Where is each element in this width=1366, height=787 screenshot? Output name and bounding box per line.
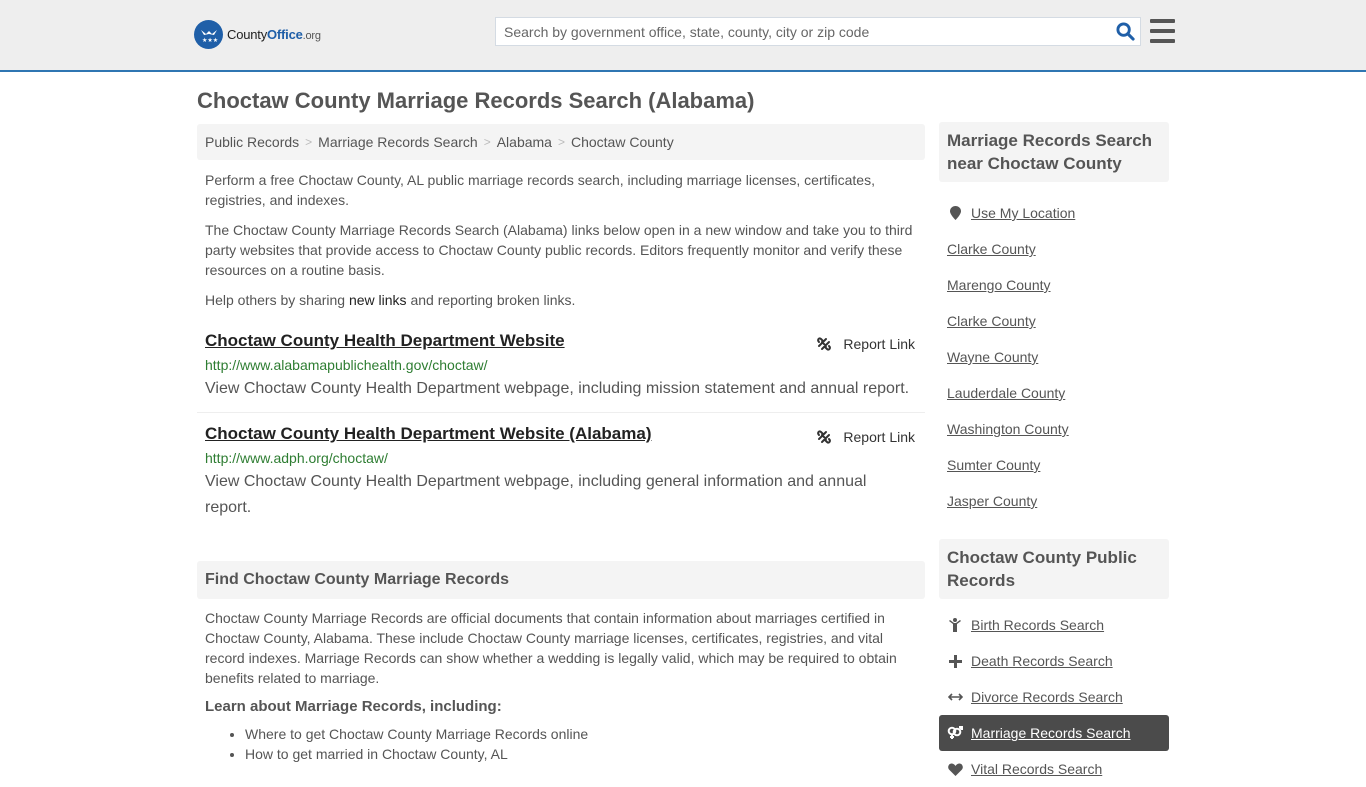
resource-link-title[interactable]: Choctaw County Health Department Website — [205, 330, 565, 352]
records-item-marriage: Marriage Records Search — [939, 715, 1169, 751]
intro: Perform a free Choctaw County, AL public… — [197, 170, 925, 310]
records-item-divorce: Divorce Records Search — [939, 679, 1169, 715]
learn-list-item: How to get married in Choctaw County, AL — [245, 744, 925, 764]
site-logo[interactable]: ★★★ CountyOffice.org — [194, 20, 321, 49]
use-location-item: Use My Location — [939, 195, 1169, 231]
records-item-death: Death Records Search — [939, 643, 1169, 679]
heartbeat-icon — [947, 762, 963, 776]
broken-link-icon — [817, 430, 832, 444]
search-bar — [495, 17, 1141, 46]
public-records-list: Birth Records Search Death Records Searc… — [939, 607, 1169, 787]
plus-icon — [947, 654, 963, 668]
sidebar: Marriage Records Search near Choctaw Cou… — [939, 122, 1169, 787]
breadcrumb-alabama[interactable]: Alabama — [497, 134, 552, 150]
search-icon — [1115, 22, 1135, 41]
broken-link-icon — [817, 337, 832, 351]
menu-bar — [1150, 29, 1175, 33]
resource-link-url: http://www.alabamapublichealth.gov/choct… — [205, 357, 488, 373]
marriage-records-link[interactable]: Marriage Records Search — [971, 725, 1131, 741]
use-my-location-link[interactable]: Use My Location — [971, 205, 1075, 221]
page-title: Choctaw County Marriage Records Search (… — [197, 88, 755, 113]
logo-text: CountyOffice.org — [227, 27, 321, 42]
nearby-county-link[interactable]: Marengo County — [947, 277, 1051, 293]
nearby-county-item: Sumter County — [939, 447, 1169, 483]
nearby-county-link[interactable]: Clarke County — [947, 241, 1036, 257]
breadcrumb-separator: > — [483, 135, 491, 149]
resource-link-title[interactable]: Choctaw County Health Department Website… — [205, 423, 651, 445]
breadcrumb-separator: > — [305, 135, 313, 149]
death-records-link[interactable]: Death Records Search — [971, 653, 1113, 669]
resource-link-url: http://www.adph.org/choctaw/ — [205, 450, 388, 466]
birth-records-link[interactable]: Birth Records Search — [971, 617, 1104, 633]
nearby-county-item: Marengo County — [939, 267, 1169, 303]
nearby-heading: Marriage Records Search near Choctaw Cou… — [939, 122, 1169, 182]
child-icon — [947, 618, 963, 632]
records-item-birth: Birth Records Search — [939, 607, 1169, 643]
map-marker-icon — [947, 206, 963, 220]
nearby-county-link[interactable]: Washington County — [947, 421, 1069, 437]
learn-heading: Learn about Marriage Records, including: — [205, 698, 502, 715]
site-header: ★★★ CountyOffice.org — [0, 0, 1366, 72]
nearby-county-link[interactable]: Sumter County — [947, 457, 1040, 473]
venus-mars-icon — [947, 726, 963, 740]
search-button[interactable] — [1110, 18, 1140, 45]
hamburger-menu-button[interactable] — [1150, 19, 1175, 43]
search-input[interactable] — [496, 18, 1110, 45]
nearby-county-link[interactable]: Lauderdale County — [947, 385, 1065, 401]
report-link-label: Report Link — [843, 429, 915, 445]
nearby-county-item: Clarke County — [939, 303, 1169, 339]
learn-list: Where to get Choctaw County Marriage Rec… — [197, 724, 925, 764]
nearby-county-item: Clarke County — [939, 231, 1169, 267]
report-link-label: Report Link — [843, 336, 915, 352]
public-records-heading: Choctaw County Public Records — [939, 539, 1169, 599]
share-text: Help others by sharing — [205, 292, 349, 308]
intro-paragraph: The Choctaw County Marriage Records Sear… — [205, 222, 913, 278]
breadcrumb: Public Records > Marriage Records Search… — [197, 124, 925, 160]
arrows-horizontal-icon — [947, 692, 963, 702]
breadcrumb-marriage-records[interactable]: Marriage Records Search — [318, 134, 478, 150]
resource-link-item: Choctaw County Health Department Website… — [197, 413, 925, 521]
share-text: and reporting broken links. — [406, 292, 576, 308]
divorce-records-link[interactable]: Divorce Records Search — [971, 689, 1123, 705]
share-links-paragraph: Help others by sharing new links and rep… — [197, 290, 925, 310]
nearby-county-link[interactable]: Jasper County — [947, 493, 1037, 509]
svg-text:★★★: ★★★ — [202, 37, 218, 44]
resource-link-description: View Choctaw County Health Department we… — [205, 473, 867, 516]
learn-list-item: Where to get Choctaw County Marriage Rec… — [245, 724, 925, 744]
breadcrumb-separator: > — [557, 135, 565, 149]
breadcrumb-public-records[interactable]: Public Records — [205, 134, 299, 150]
nearby-county-item: Lauderdale County — [939, 375, 1169, 411]
new-links-link[interactable]: new links — [349, 292, 407, 308]
records-item-vital: Vital Records Search — [939, 751, 1169, 787]
main-content: Public Records > Marriage Records Search… — [197, 124, 925, 764]
nearby-list: Use My Location Clarke County Marengo Co… — [939, 195, 1169, 519]
nearby-county-link[interactable]: Wayne County — [947, 349, 1038, 365]
breadcrumb-choctaw-county[interactable]: Choctaw County — [571, 134, 674, 150]
resource-link-description: View Choctaw County Health Department we… — [205, 380, 910, 397]
find-section-body: Choctaw County Marriage Records are offi… — [205, 610, 897, 686]
report-link-button[interactable]: Report Link — [816, 429, 915, 445]
nearby-county-item: Washington County — [939, 411, 1169, 447]
nearby-county-item: Jasper County — [939, 483, 1169, 519]
menu-bar — [1150, 39, 1175, 43]
nearby-county-item: Wayne County — [939, 339, 1169, 375]
nearby-county-link[interactable]: Clarke County — [947, 313, 1036, 329]
find-section-heading: Find Choctaw County Marriage Records — [197, 561, 925, 599]
eagle-logo-icon: ★★★ — [194, 20, 223, 49]
vital-records-link[interactable]: Vital Records Search — [971, 761, 1102, 777]
intro-paragraph: Perform a free Choctaw County, AL public… — [205, 172, 875, 208]
menu-bar — [1150, 19, 1175, 23]
resource-link-item: Choctaw County Health Department Website… — [197, 330, 925, 413]
report-link-button[interactable]: Report Link — [816, 336, 915, 352]
